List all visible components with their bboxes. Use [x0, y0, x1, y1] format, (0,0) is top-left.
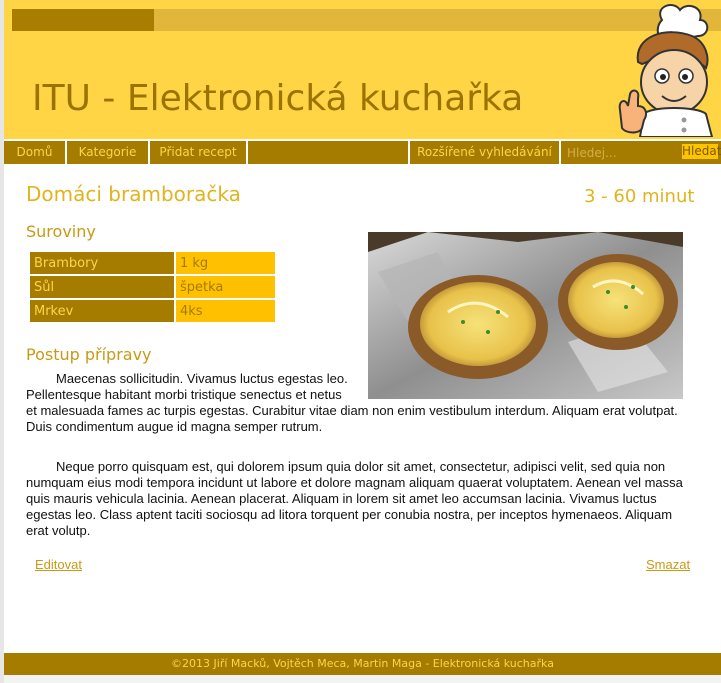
steps-heading: Postup přípravy — [26, 345, 152, 364]
table-row: Mrkev 4ks — [30, 300, 275, 322]
page: ITU - Elektronická kuchařka Domů Kategor… — [4, 0, 721, 683]
ingredient-name: Mrkev — [30, 300, 174, 322]
photo-wrap-spacer — [351, 371, 696, 401]
nav-item-home[interactable]: Domů — [4, 141, 65, 164]
site-title: ITU - Elektronická kuchařka — [32, 78, 524, 119]
recipe-title: Domáci bramboračka — [26, 182, 241, 206]
table-row: Brambory 1 kg — [30, 252, 275, 274]
steps-paragraph-2: Neque porro quisquam est, qui dolorem ip… — [26, 459, 683, 538]
ingredient-quantity: špetka — [176, 276, 275, 298]
delete-link[interactable]: Smazat — [646, 557, 690, 572]
chef-icon — [618, 4, 714, 137]
steps-paragraph-1: Maecenas sollicitudin. Vivamus luctus eg… — [26, 371, 696, 435]
steps-paragraph-1-text: Maecenas sollicitudin. Vivamus luctus eg… — [26, 371, 696, 435]
header-progress-fill — [12, 9, 154, 31]
site-header: ITU - Elektronická kuchařka — [4, 0, 721, 139]
nav-item-add-recipe[interactable]: Přidat recept — [150, 141, 246, 164]
ingredient-name: Sůl — [30, 276, 174, 298]
ingredient-quantity: 1 kg — [176, 252, 275, 274]
recipe-time: 3 - 60 minut — [584, 186, 695, 207]
ingredient-name: Brambory — [30, 252, 174, 274]
nav-item-advanced-search[interactable]: Rozšířené vyhledávání — [410, 141, 559, 164]
table-row: Sůl špetka — [30, 276, 275, 298]
footer: ©2013 Jiří Macků, Vojtěch Meca, Martin M… — [4, 653, 721, 675]
ingredients-table: Brambory 1 kg Sůl špetka Mrkev 4ks — [28, 250, 277, 324]
edit-link[interactable]: Editovat — [35, 557, 82, 572]
nav-item-empty — [248, 141, 408, 164]
main-nav: Domů Kategorie Přidat recept Rozšířené v… — [4, 139, 721, 164]
nav-item-categories[interactable]: Kategorie — [67, 141, 148, 164]
ingredients-heading: Suroviny — [26, 222, 96, 241]
bottom-strip — [4, 675, 721, 683]
search-button[interactable]: Hledat — [682, 144, 721, 159]
ingredient-quantity: 4ks — [176, 300, 275, 322]
